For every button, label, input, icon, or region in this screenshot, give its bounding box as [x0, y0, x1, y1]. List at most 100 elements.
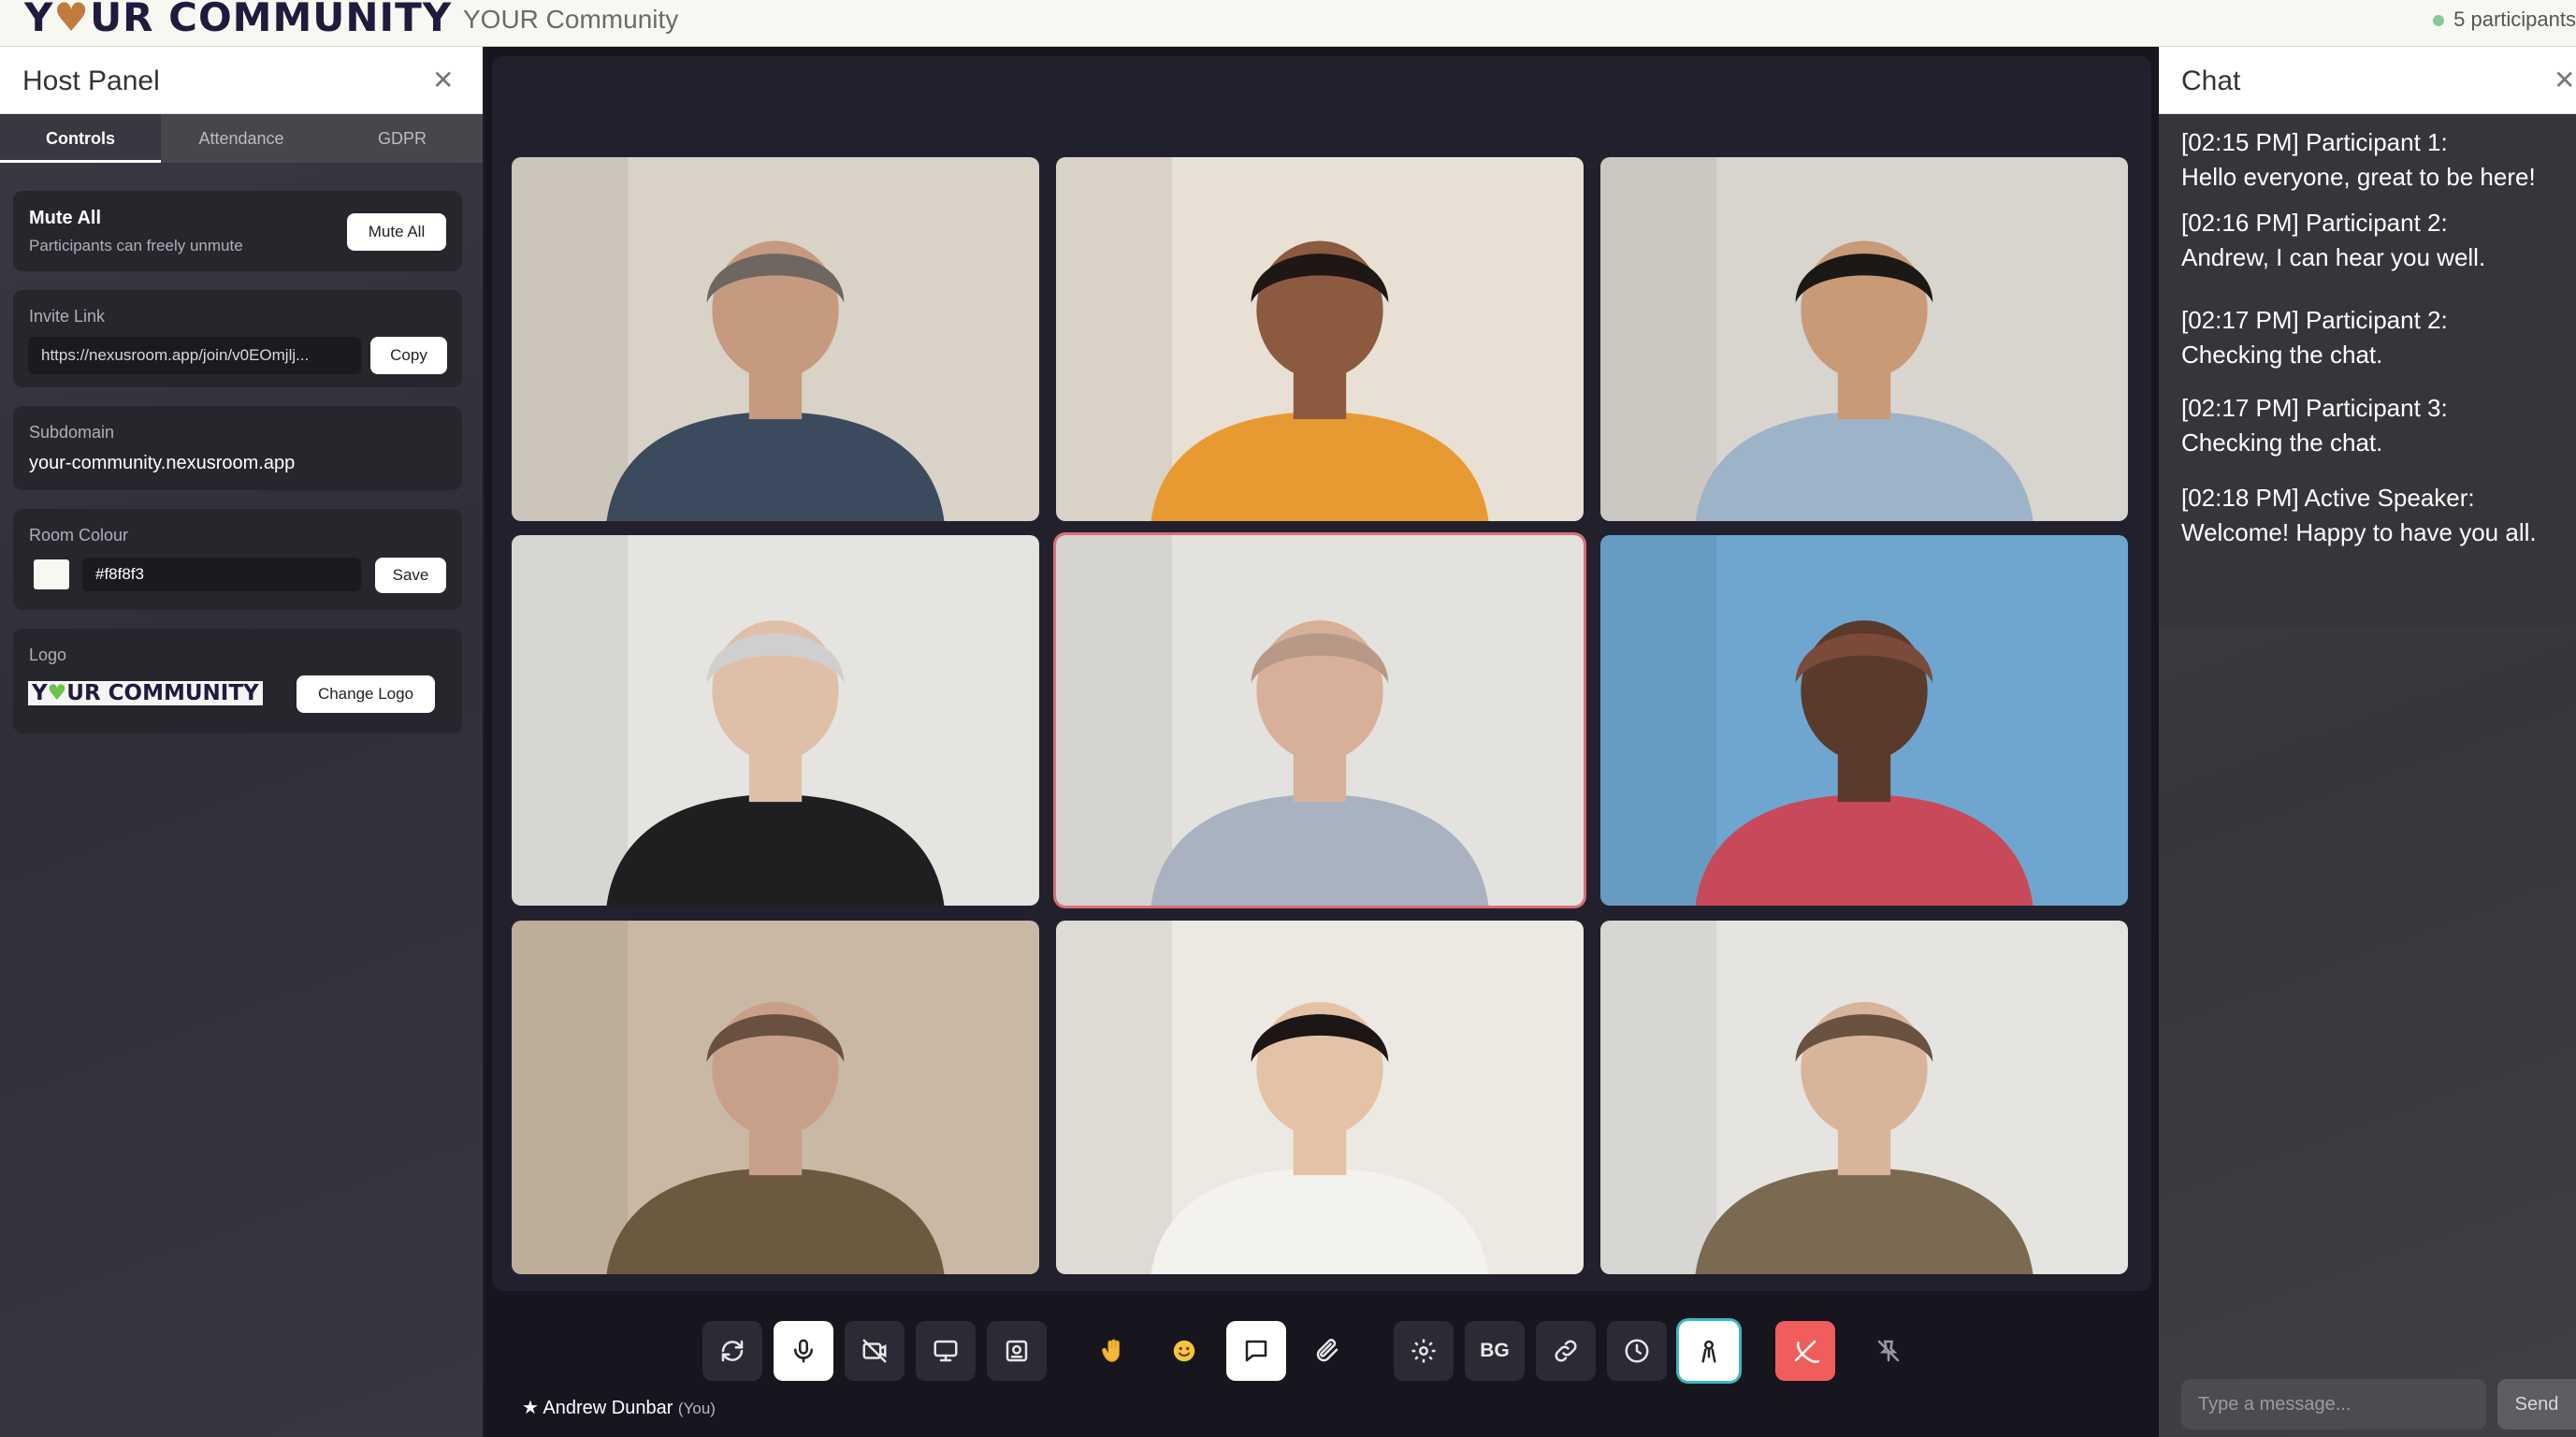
video-tile-8[interactable]	[1056, 921, 1584, 1274]
clock-icon	[1625, 1339, 1649, 1363]
tab-attendance[interactable]: Attendance	[161, 114, 322, 163]
chat-toggle-button[interactable]	[1226, 1321, 1286, 1381]
you-suffix: (You)	[677, 1400, 716, 1417]
participant-video	[1056, 535, 1584, 906]
spotlight-icon	[1701, 1340, 1716, 1363]
tab-controls[interactable]: Controls	[0, 114, 161, 163]
video-tile-4[interactable]	[512, 535, 1039, 906]
background-button[interactable]: BG	[1465, 1321, 1525, 1381]
colour-swatch[interactable]	[34, 559, 69, 589]
link-icon	[1555, 1340, 1577, 1362]
host-panel-header: Host Panel ✕	[0, 47, 483, 114]
app-title: YOUR Community	[463, 5, 679, 34]
send-button[interactable]: Send	[2497, 1379, 2576, 1430]
hand-icon	[1102, 1339, 1120, 1362]
microphone-button[interactable]	[774, 1321, 833, 1381]
logo-preview: Y♥UR COMMUNITY	[28, 681, 263, 705]
invite-link-label: Invite Link	[29, 307, 106, 326]
invite-link-field[interactable]: https://nexusroom.app/join/v0EOmjlj...	[28, 337, 361, 374]
participant-video	[512, 157, 1039, 521]
paperclip-icon	[1316, 1339, 1339, 1362]
participant-count-label: 5 participants	[2453, 7, 2576, 31]
close-icon[interactable]: ✕	[432, 67, 454, 94]
refresh-icon	[721, 1340, 744, 1362]
host-panel-tabs: Controls Attendance GDPR	[0, 114, 483, 163]
video-tile-active-speaker[interactable]	[1056, 535, 1584, 906]
save-colour-button[interactable]: Save	[375, 558, 446, 593]
video-tile-7[interactable]	[512, 921, 1039, 1274]
video-tile-2[interactable]	[1056, 157, 1584, 521]
chat-message-header: [02:18 PM] Active Speaker:	[2181, 484, 2475, 512]
tab-gdpr[interactable]: GDPR	[322, 114, 483, 163]
change-logo-button[interactable]: Change Logo	[297, 675, 435, 713]
settings-button[interactable]	[1394, 1321, 1454, 1381]
chat-icon	[1245, 1340, 1267, 1362]
gear-icon	[1411, 1339, 1436, 1363]
room-colour-label: Room Colour	[29, 526, 129, 544]
emoji-icon	[1173, 1340, 1195, 1362]
switch-camera-button[interactable]	[702, 1321, 762, 1381]
mute-all-button[interactable]: Mute All	[347, 213, 446, 251]
copy-link-button[interactable]	[1536, 1321, 1596, 1381]
copy-button[interactable]: Copy	[370, 337, 447, 374]
logo-text-end: UR COMMUNITY	[90, 0, 453, 40]
chat-message-header: [02:17 PM] Participant 2:	[2181, 306, 2448, 334]
participant-video	[1056, 157, 1584, 521]
reactions-button[interactable]	[1154, 1321, 1214, 1381]
chat-message: [02:17 PM] Participant 2: Checking the c…	[2181, 303, 2448, 372]
mini-logo-text-start: Y	[32, 681, 48, 705]
chat-message: [02:16 PM] Participant 2: Andrew, I can …	[2181, 206, 2485, 275]
mute-all-card: Mute All Participants can freely unmute …	[13, 191, 462, 271]
hang-up-icon	[1794, 1340, 1819, 1363]
host-panel-title: Host Panel	[22, 65, 160, 96]
mute-all-subtitle: Participants can freely unmute	[29, 237, 243, 254]
pin-off-button[interactable]	[1859, 1321, 1918, 1381]
brand-logo: Y♥UR COMMUNITY	[24, 0, 452, 39]
room-colour-card: Room Colour #f8f8f3 Save	[13, 509, 462, 610]
camera-off-button[interactable]	[845, 1321, 904, 1381]
subdomain-card: Subdomain your-community.nexusroom.app	[13, 406, 462, 490]
record-button[interactable]	[987, 1321, 1047, 1381]
chat-message-header: [02:15 PM] Participant 1:	[2181, 128, 2448, 156]
close-icon[interactable]: ✕	[2554, 67, 2575, 94]
participant-video	[512, 921, 1039, 1274]
chat-message-text: Welcome! Happy to have you all.	[2181, 518, 2537, 546]
raise-hand-button[interactable]	[1083, 1321, 1143, 1381]
background-label: BG	[1480, 1340, 1510, 1361]
camera-off-icon	[862, 1339, 887, 1363]
chat-message-text: Checking the chat.	[2181, 341, 2383, 369]
video-tile-1[interactable]	[512, 157, 1039, 521]
spotlight-button[interactable]	[1679, 1321, 1739, 1381]
monitor-icon	[933, 1340, 958, 1362]
timer-button[interactable]	[1607, 1321, 1667, 1381]
mini-logo-text-end: UR COMMUNITY	[66, 681, 259, 705]
share-screen-button[interactable]	[916, 1321, 976, 1381]
logo-label: Logo	[29, 646, 67, 664]
subdomain-value: your-community.nexusroom.app	[29, 453, 296, 473]
video-tile-3[interactable]	[1600, 157, 2128, 521]
logo-text-start: Y	[24, 0, 54, 40]
leave-call-button[interactable]	[1775, 1321, 1835, 1381]
microphone-icon	[794, 1339, 813, 1363]
heart-icon: ♥	[47, 681, 67, 705]
local-user-name: Andrew Dunbar	[543, 1398, 673, 1418]
video-tile-9[interactable]	[1600, 921, 2128, 1274]
chat-message-header: [02:17 PM] Participant 3:	[2181, 394, 2448, 422]
host-panel: Host Panel ✕ Controls Attendance GDPR Mu…	[0, 47, 485, 1437]
video-tile-6[interactable]	[1600, 535, 2128, 906]
participant-count: 5 participants	[2433, 7, 2576, 32]
mute-all-title: Mute All	[29, 208, 102, 228]
room-colour-field[interactable]: #f8f8f3	[82, 558, 361, 591]
chat-message-header: [02:16 PM] Participant 2:	[2181, 209, 2448, 237]
pin-off-icon	[1877, 1340, 1900, 1362]
attach-file-button[interactable]	[1297, 1321, 1357, 1381]
video-stage	[485, 47, 2159, 1437]
chat-message: [02:18 PM] Active Speaker: Welcome! Happ…	[2181, 481, 2537, 550]
chat-message-list: [02:15 PM] Participant 1: Hello everyone…	[2159, 114, 2576, 627]
logo-card: Logo Y♥UR COMMUNITY Change Logo	[13, 629, 462, 733]
heart-icon: ♥	[53, 0, 91, 40]
chat-message-input[interactable]: Type a message...	[2181, 1379, 2486, 1430]
participant-video	[1600, 921, 2128, 1274]
chat-message: [02:17 PM] Participant 3: Checking the c…	[2181, 391, 2448, 460]
chat-message-text: Andrew, I can hear you well.	[2181, 243, 2486, 271]
